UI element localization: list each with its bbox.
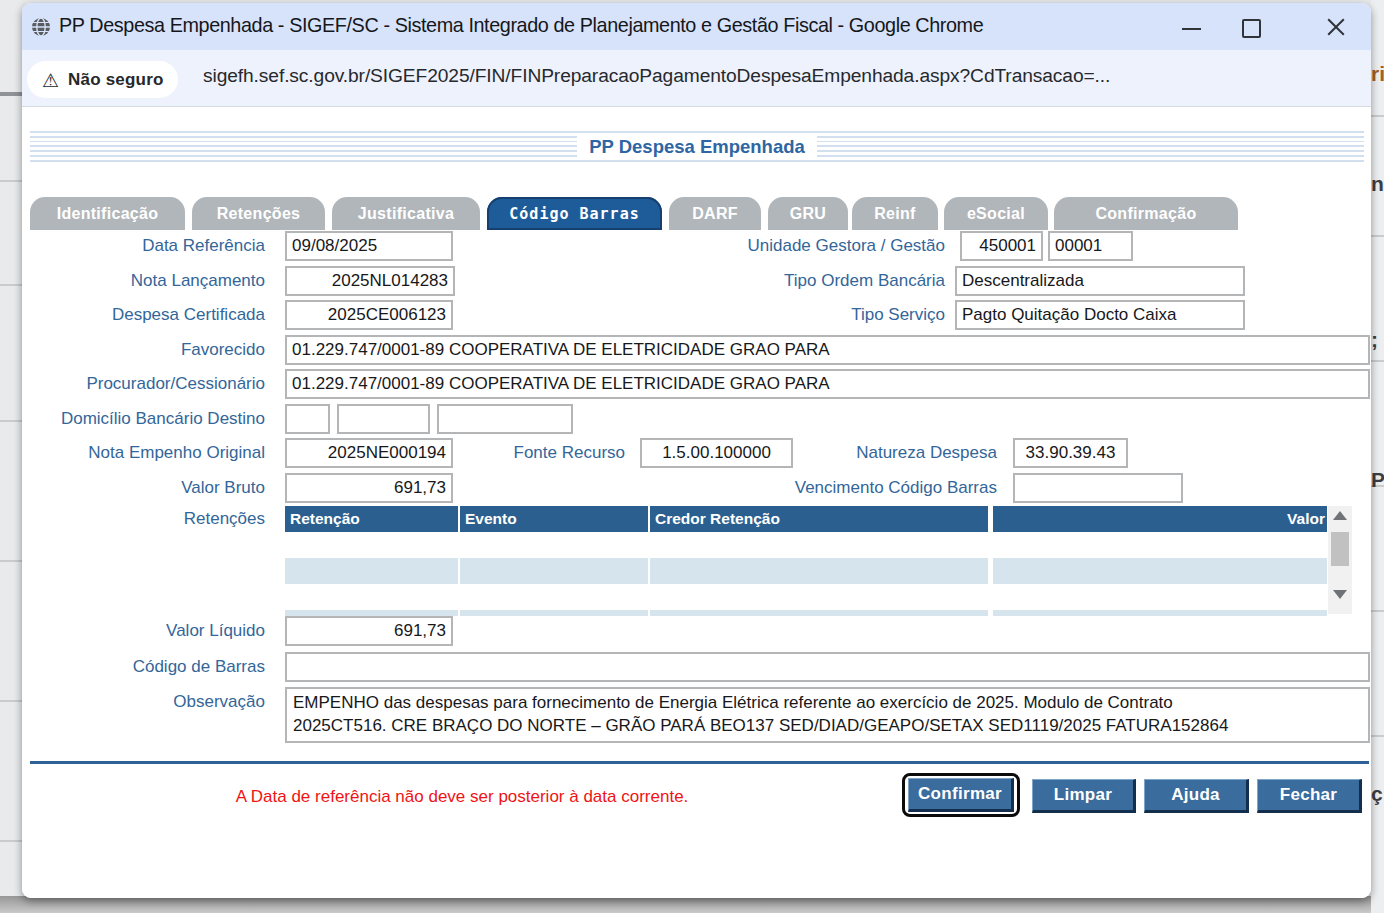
input-gestao[interactable] <box>1048 231 1133 261</box>
input-valor-liquido[interactable] <box>285 616 453 646</box>
column-header-evento[interactable]: Evento <box>460 506 648 532</box>
error-message: A Data de referência não deve ser poster… <box>122 787 802 807</box>
table-row-cell <box>650 610 988 616</box>
divider-line <box>30 761 1369 764</box>
table-row-cell <box>993 610 1327 616</box>
security-badge-label: Não seguro <box>68 70 164 90</box>
window-titlebar[interactable]: PP Despesa Empenhada - SIGEF/SC - Sistem… <box>22 3 1371 50</box>
label-valor-bruto: Valor Bruto <box>25 473 265 503</box>
label-codigo-de-barras: Código de Barras <box>25 652 265 682</box>
input-valor-bruto[interactable] <box>285 473 453 503</box>
maximize-button[interactable] <box>1227 3 1273 50</box>
bg-text-fragment: ; <box>1371 328 1378 352</box>
limpar-button[interactable]: Limpar <box>1032 779 1136 813</box>
label-fonte-recurso: Fonte Recurso <box>425 438 625 468</box>
label-tipo-ordem-bancaria: Tipo Ordem Bancária <box>645 266 945 296</box>
tab-codigo-barras[interactable]: Código Barras <box>487 197 662 230</box>
column-header-credor-retencao[interactable]: Credor Retenção <box>650 506 988 532</box>
input-vencimento-codigo-barras[interactable] <box>1013 473 1183 503</box>
chrome-popup-window: PP Despesa Empenhada - SIGEF/SC - Sistem… <box>22 3 1371 898</box>
bg-text-fragment: ç <box>1371 782 1383 806</box>
tab-label: Justificativa <box>358 205 454 223</box>
close-button[interactable] <box>1313 3 1359 50</box>
label-vencimento-codigo-barras: Vencimento Código Barras <box>717 473 997 503</box>
ajuda-button[interactable]: Ajuda <box>1144 779 1249 813</box>
table-scrollbar[interactable] <box>1328 506 1352 614</box>
scrollbar-thumb[interactable] <box>1331 532 1349 566</box>
tab-label: GRU <box>790 205 826 223</box>
url-text[interactable]: sigefh.sef.sc.gov.br/SIGEF2025/FIN/FINPr… <box>203 65 1110 87</box>
input-tipo-servico[interactable] <box>955 300 1245 330</box>
label-data-referencia: Data Referência <box>25 231 265 261</box>
window-title: PP Despesa Empenhada - SIGEF/SC - Sistem… <box>59 14 983 37</box>
label-unidade-gestora: Unidade Gestora / Gestão <box>645 231 945 261</box>
input-observacao[interactable]: EMPENHO das despesas para fornecimento d… <box>285 687 1370 743</box>
column-header-retencao[interactable]: Retenção <box>285 506 458 532</box>
tab-esocial[interactable]: eSocial <box>944 197 1048 230</box>
label-despesa-certificada: Despesa Certificada <box>25 300 265 330</box>
input-domicilio-banco[interactable] <box>285 404 330 434</box>
tab-retencoes[interactable]: Retenções <box>192 197 325 230</box>
bg-text-fragment: ri <box>1371 62 1384 86</box>
tab-gru[interactable]: GRU <box>768 197 848 230</box>
input-natureza-despesa[interactable] <box>1013 438 1128 468</box>
table-row-cell <box>460 558 648 584</box>
input-data-referencia[interactable] <box>285 231 453 261</box>
background-page-right-sliver: ri na ; Pa ç <box>1371 0 1384 913</box>
tab-darf[interactable]: DARF <box>669 197 761 230</box>
table-row-cell <box>650 558 988 584</box>
input-despesa-certificada[interactable] <box>285 300 453 330</box>
scrollbar-up-arrow[interactable] <box>1333 511 1347 520</box>
label-tipo-servico: Tipo Serviço <box>645 300 945 330</box>
input-favorecido[interactable] <box>285 335 1370 365</box>
tab-label: Confirmação <box>1095 205 1196 223</box>
warning-icon: ⚠ <box>42 69 59 91</box>
label-favorecido: Favorecido <box>25 335 265 365</box>
input-unidade-gestora[interactable] <box>960 231 1043 261</box>
confirmar-button[interactable]: Confirmar <box>908 778 1014 812</box>
input-nota-lancamento[interactable] <box>285 266 455 296</box>
bg-text-fragment: Pa <box>1371 468 1384 492</box>
tab-label: Retenções <box>217 205 301 223</box>
security-badge[interactable]: ⚠ Não seguro <box>27 61 178 98</box>
table-row-cell <box>460 610 648 616</box>
minimize-button[interactable] <box>1168 3 1214 50</box>
background-page-bottom-sliver <box>0 896 1384 913</box>
table-row-cell <box>285 558 458 584</box>
label-nota-lancamento: Nota Lançamento <box>25 266 265 296</box>
tab-label: DARF <box>692 205 738 223</box>
input-procurador[interactable] <box>285 369 1370 399</box>
address-bar: ⚠ Não seguro sigefh.sef.sc.gov.br/SIGEF2… <box>22 50 1371 107</box>
tab-label: Reinf <box>874 205 916 223</box>
tab-confirmacao[interactable]: Confirmação <box>1054 197 1238 230</box>
label-natureza-despesa: Natureza Despesa <box>717 438 997 468</box>
tab-identificacao[interactable]: Identificação <box>30 197 185 230</box>
column-header-valor[interactable]: Valor <box>993 506 1327 532</box>
input-domicilio-conta[interactable] <box>437 404 573 434</box>
bg-text-fragment: na <box>1371 172 1384 196</box>
label-observacao: Observação <box>25 687 265 717</box>
table-row-cell <box>993 558 1327 584</box>
label-nota-empenho: Nota Empenho Original <box>25 438 265 468</box>
input-tipo-ordem-bancaria[interactable] <box>955 266 1245 296</box>
label-retencoes: Retenções <box>25 504 265 534</box>
page-title-band: PP Despesa Empenhada <box>30 131 1364 162</box>
background-page-left-sliver <box>0 0 22 913</box>
tab-label: Identificação <box>57 205 159 223</box>
input-domicilio-agencia[interactable] <box>337 404 430 434</box>
tab-label: eSocial <box>967 205 1025 223</box>
scrollbar-down-arrow[interactable] <box>1333 590 1347 599</box>
label-domicilio-bancario: Domicílio Bancário Destino <box>25 404 265 434</box>
input-codigo-de-barras[interactable] <box>285 652 1370 682</box>
tab-justificativa[interactable]: Justificativa <box>332 197 480 230</box>
tab-reinf[interactable]: Reinf <box>852 197 938 230</box>
tab-label: Código Barras <box>509 205 639 223</box>
page-title: PP Despesa Empenhada <box>577 134 817 160</box>
page-content: PP Despesa Empenhada Identificação Reten… <box>22 107 1371 898</box>
label-procurador: Procurador/Cessionário <box>25 369 265 399</box>
globe-icon <box>31 17 51 37</box>
fechar-button[interactable]: Fechar <box>1257 779 1362 813</box>
label-valor-liquido: Valor Líquido <box>25 616 265 646</box>
